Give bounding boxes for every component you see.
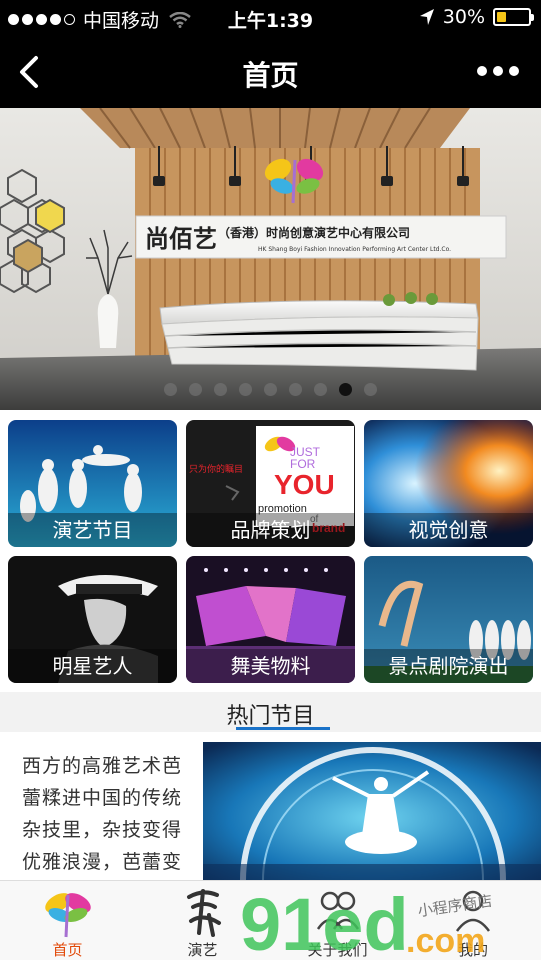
- hot-section-header: 热门节目: [0, 692, 541, 732]
- brand-you: YOU: [274, 469, 335, 500]
- tab-home[interactable]: 首页: [0, 881, 135, 960]
- carousel-dot[interactable]: [164, 383, 177, 396]
- tab-label: 我的: [457, 941, 488, 959]
- carousel-indicator[interactable]: [0, 383, 541, 396]
- tab-label: 演艺: [187, 941, 218, 959]
- category-tile-artist[interactable]: 明星艺人: [8, 556, 177, 683]
- more-dots-icon[interactable]: [477, 66, 519, 76]
- tab-label: 关于我们: [307, 941, 368, 959]
- category-grid: 演艺节目 JUST FOR YOU promotion of brand 只为你…: [0, 410, 541, 692]
- battery-fill: [497, 12, 506, 22]
- carousel-dot[interactable]: [189, 383, 202, 396]
- carousel-dot[interactable]: [239, 383, 252, 396]
- battery-icon: [493, 8, 534, 26]
- navigation-bar: 首页: [0, 36, 541, 108]
- carousel-dot[interactable]: [289, 383, 302, 396]
- carousel-dot[interactable]: [364, 383, 377, 396]
- banner-carousel[interactable]: 尚佰艺 （香港）时尚创意演艺中心有限公司 HK Shang Boyi Fashi…: [0, 108, 541, 410]
- category-tile-visual[interactable]: 视觉创意: [364, 420, 533, 547]
- category-label: 景点剧院演出: [364, 649, 533, 683]
- category-label: 演艺节目: [8, 513, 177, 547]
- ballet-acrobatics-image: [203, 742, 541, 880]
- brand-side-text: 只为你的瞩目: [189, 463, 243, 475]
- tab-bar: 首页 演艺 关于我们 我的: [0, 880, 541, 960]
- people-icon: [316, 891, 359, 930]
- category-label: 品牌策划: [186, 513, 355, 547]
- category-tile-brand[interactable]: JUST FOR YOU promotion of brand 只为你的瞩目 品…: [186, 420, 355, 547]
- battery-percent: 30%: [442, 6, 485, 28]
- category-label: 舞美物料: [186, 649, 355, 683]
- status-right: 30%: [419, 6, 534, 28]
- hot-program-description: 西方的高雅艺术芭蕾糅进中国的传统杂技里，杂技变得优雅浪漫，芭蕾变: [22, 755, 183, 873]
- status-bar: 中国移动 上午1:39 30%: [0, 0, 541, 36]
- category-tile-performance[interactable]: 演艺节目: [8, 420, 177, 547]
- hot-program-card[interactable]: 西方的高雅艺术芭蕾糅进中国的传统杂技里，杂技变得优雅浪漫，芭蕾变: [0, 732, 541, 880]
- calligraphy-icon: [186, 889, 221, 937]
- hot-section-underline: [236, 727, 330, 730]
- tab-about[interactable]: 关于我们: [270, 881, 405, 960]
- banner-sign-title: 尚佰艺: [145, 224, 217, 253]
- tab-label: 首页: [52, 941, 83, 959]
- category-label: 视觉创意: [364, 513, 533, 547]
- location-arrow-icon: [419, 9, 434, 25]
- tab-performance[interactable]: 演艺: [135, 881, 270, 960]
- user-icon: [455, 890, 491, 932]
- category-label: 明星艺人: [8, 649, 177, 683]
- category-tile-theater[interactable]: 景点剧院演出: [364, 556, 533, 683]
- page-title: 首页: [242, 59, 299, 92]
- carousel-dot[interactable]: [339, 383, 352, 396]
- banner-image: 尚佰艺 （香港）时尚创意演艺中心有限公司 HK Shang Boyi Fashi…: [0, 108, 541, 410]
- banner-sign-english: HK Shang Boyi Fashion Innovation Perform…: [258, 246, 451, 253]
- hot-section-title: 热门节目: [226, 704, 315, 729]
- category-tile-stage[interactable]: 舞美物料: [186, 556, 355, 683]
- carousel-dot[interactable]: [214, 383, 227, 396]
- carousel-dot[interactable]: [314, 383, 327, 396]
- tab-mine[interactable]: 我的: [405, 881, 541, 960]
- carousel-dot[interactable]: [264, 383, 277, 396]
- dragonfly-logo-icon: [44, 893, 91, 938]
- banner-sign-subtitle: （香港）时尚创意演艺中心有限公司: [218, 225, 410, 240]
